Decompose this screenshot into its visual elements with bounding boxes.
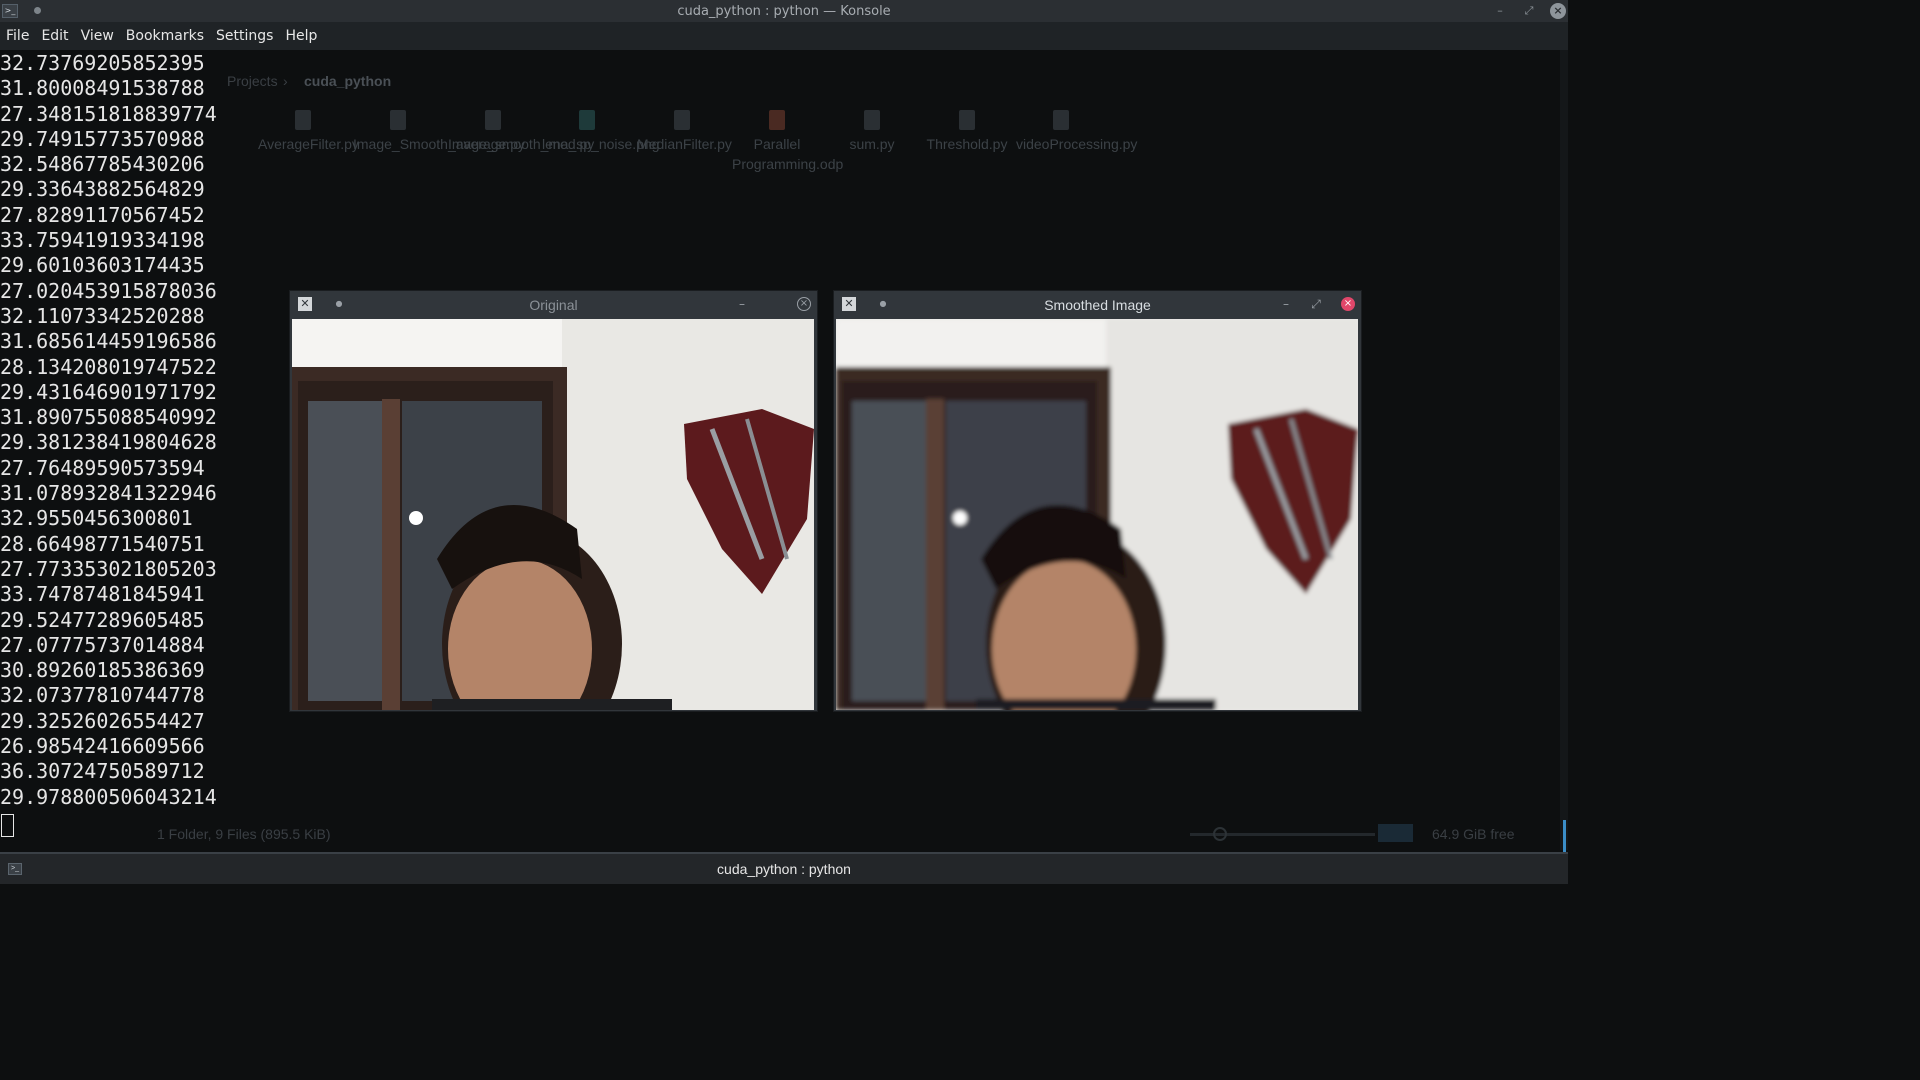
file-name: MedianFilter.py bbox=[637, 136, 732, 152]
close-icon[interactable]: ✕ bbox=[298, 297, 312, 311]
pin-icon[interactable]: ● bbox=[876, 297, 890, 311]
output-line: 27.348151818839774 bbox=[0, 101, 217, 126]
output-line: 32.9550456300801 bbox=[0, 506, 193, 531]
konsole-titlebar: >_ cuda_python : python — Konsole – ⤢ × bbox=[0, 0, 1568, 22]
output-line: 29.60103603174435 bbox=[0, 253, 205, 278]
output-line: 33.74787481845941 bbox=[0, 582, 205, 607]
pin-icon[interactable]: ● bbox=[332, 297, 346, 311]
breadcrumb-cuda-python: cuda_python bbox=[304, 73, 392, 89]
smoothed-photo bbox=[836, 319, 1358, 710]
output-line: 29.52477289605485 bbox=[0, 607, 205, 632]
output-line: 28.66498771540751 bbox=[0, 531, 205, 556]
breadcrumb-projects: Projects bbox=[227, 73, 278, 89]
smoothed-image-window[interactable]: Smoothed Image ✕ ● – ⤢ × bbox=[833, 290, 1362, 712]
output-line: 27.76489590573594 bbox=[0, 455, 205, 480]
pin-icon[interactable] bbox=[34, 7, 41, 14]
file-item: AverageFilter.py bbox=[258, 110, 359, 154]
output-line: 31.890755088540992 bbox=[0, 405, 217, 430]
session-tab-bar: >_ cuda_python : python bbox=[0, 852, 1568, 884]
output-line: 29.33643882564829 bbox=[0, 177, 205, 202]
terminal-scrollbar[interactable] bbox=[1560, 50, 1568, 860]
original-image-window[interactable]: Original ✕ ● – × bbox=[289, 290, 818, 712]
menu-view[interactable]: View bbox=[75, 28, 120, 44]
output-line: 32.07377810744778 bbox=[0, 683, 205, 708]
maximize-icon[interactable]: ⤢ bbox=[1309, 297, 1323, 311]
output-line: 36.30724750589712 bbox=[0, 759, 205, 784]
file-item: Image_Smooth_average.py bbox=[353, 110, 525, 154]
output-line: 32.11073342520288 bbox=[0, 303, 205, 328]
file-name: Threshold.py bbox=[926, 136, 1008, 152]
file-item: Threshold.py bbox=[922, 110, 1012, 154]
close-icon[interactable]: × bbox=[1341, 297, 1355, 311]
menu-file[interactable]: File bbox=[0, 28, 35, 44]
disk-usage-bar bbox=[1378, 824, 1413, 842]
menu-help[interactable]: Help bbox=[279, 28, 323, 44]
output-line: 30.89260185386369 bbox=[0, 658, 205, 683]
terminal-icon: >_ bbox=[8, 863, 22, 875]
file-item: Image_smooth_med.py bbox=[448, 110, 594, 154]
file-item: MedianFilter.py bbox=[637, 110, 732, 154]
output-line: 31.078932841322946 bbox=[0, 481, 217, 506]
close-icon[interactable]: ✕ bbox=[842, 297, 856, 311]
chevron-right-icon: › bbox=[283, 73, 288, 89]
original-photo bbox=[292, 319, 814, 710]
terminal-output: 32.73769205852395 31.80008491538788 27.348… bbox=[0, 51, 217, 810]
minimize-icon[interactable]: – bbox=[1279, 297, 1293, 311]
output-line: 27.773353021805203 bbox=[0, 556, 217, 581]
window-title: cuda_python : python — Konsole bbox=[677, 3, 891, 19]
output-line: 28.134208019747522 bbox=[0, 354, 217, 379]
free-space: 64.9 GiB free bbox=[1432, 826, 1515, 842]
file-item: videoProcessing.py bbox=[1016, 110, 1137, 154]
output-line: 29.978800506043214 bbox=[0, 784, 217, 809]
menu-settings[interactable]: Settings bbox=[210, 28, 279, 44]
file-item: sum.py bbox=[827, 110, 917, 154]
file-item: Parallel Programming.odp bbox=[732, 110, 843, 174]
file-name: AverageFilter.py bbox=[258, 136, 359, 152]
minimize-icon[interactable]: – bbox=[1492, 3, 1508, 19]
output-line: 29.381238419804628 bbox=[0, 430, 217, 455]
output-line: 33.75941919334198 bbox=[0, 228, 205, 253]
terminal-cursor bbox=[1, 814, 14, 837]
close-icon[interactable]: × bbox=[1550, 3, 1566, 19]
maximize-icon[interactable]: ⤢ bbox=[1521, 3, 1537, 19]
menu-bar: File Edit View Bookmarks Settings Help bbox=[0, 22, 1568, 50]
output-line: 29.32526026554427 bbox=[0, 708, 205, 733]
output-line: 26.98542416609566 bbox=[0, 734, 205, 759]
fm-status: 1 Folder, 9 Files (895.5 KiB) bbox=[157, 826, 331, 842]
file-name: videoProcessing.py bbox=[1016, 136, 1138, 152]
output-line: 31.685614459196586 bbox=[0, 329, 217, 354]
file-name: sum.py bbox=[849, 136, 895, 152]
konsole-app-icon[interactable]: >_ bbox=[2, 4, 18, 18]
slider-handle bbox=[1213, 827, 1227, 841]
output-line: 29.431646901971792 bbox=[0, 379, 217, 404]
output-line: 31.80008491538788 bbox=[0, 76, 205, 101]
minimize-icon[interactable]: – bbox=[735, 297, 749, 311]
output-line: 32.54867785430206 bbox=[0, 152, 205, 177]
close-icon[interactable]: × bbox=[797, 297, 811, 311]
output-line: 27.82891170567452 bbox=[0, 202, 205, 227]
menu-bookmarks[interactable]: Bookmarks bbox=[120, 28, 210, 44]
file-item: lena_sp_noise.png bbox=[542, 110, 660, 154]
output-line: 27.020453915878036 bbox=[0, 278, 217, 303]
output-line: 32.73769205852395 bbox=[0, 51, 205, 75]
menu-edit[interactable]: Edit bbox=[35, 28, 74, 44]
session-tab[interactable]: cuda_python : python bbox=[717, 861, 851, 877]
output-line: 27.07775737014884 bbox=[0, 632, 205, 657]
output-line: 29.74915773570988 bbox=[0, 126, 205, 151]
